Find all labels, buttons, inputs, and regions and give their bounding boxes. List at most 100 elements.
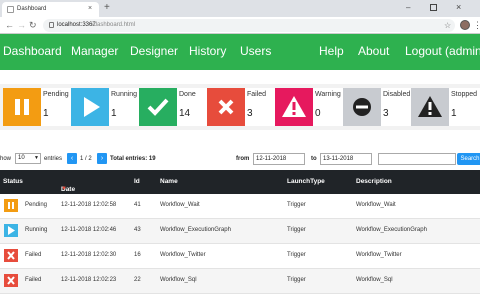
browser-menu-icon[interactable]: ⋮ <box>473 19 480 31</box>
stat-value: 3 <box>383 108 389 119</box>
tab-close-icon[interactable]: × <box>88 5 92 12</box>
table-row[interactable]: Pending 12-11-2018 12:02:58 41 Workflow_… <box>0 194 480 219</box>
tab-title: Dashboard <box>17 6 47 12</box>
url-path: /dashboard.html <box>92 22 136 28</box>
pause-icon <box>3 88 41 126</box>
nav-logout[interactable]: Logout (admin) <box>405 44 480 58</box>
entries-label: entries <box>44 156 63 162</box>
cell-description: Workflow_ExecutionGraph <box>356 227 427 233</box>
col-description[interactable]: Description <box>356 178 392 185</box>
cell-id: 22 <box>134 277 141 283</box>
url-host: localhost:3367 <box>57 22 96 28</box>
search-button[interactable]: Search <box>457 153 480 165</box>
from-date-input[interactable]: 12-11-2018 <box>253 153 305 165</box>
cell-launchtype: Trigger <box>287 252 306 258</box>
col-launchtype[interactable]: LaunchType <box>287 178 325 185</box>
search-input[interactable] <box>378 153 456 165</box>
cell-status: Failed <box>25 277 42 283</box>
cell-date: 12-11-2018 12:02:46 <box>61 227 117 233</box>
minimize-button[interactable]: – <box>406 3 410 12</box>
cell-name: Workflow_ExecutionGraph <box>160 227 231 233</box>
cell-id: 41 <box>134 202 141 208</box>
stat-value: 1 <box>451 108 457 119</box>
stat-value: 1 <box>43 108 49 119</box>
back-arrow-icon[interactable]: ← <box>5 19 14 31</box>
info-icon[interactable] <box>49 22 54 28</box>
from-label: from <box>236 156 250 162</box>
stat-label: Stopped <box>451 91 478 98</box>
app-navbar: Dashboard Manager Designer History Users… <box>0 34 480 70</box>
stat-value: 3 <box>247 108 253 119</box>
reload-icon[interactable]: ↻ <box>29 19 37 31</box>
cell-date: 12-11-2018 12:02:23 <box>61 277 117 283</box>
cell-date: 12-11-2018 12:02:30 <box>61 252 117 258</box>
table-row[interactable]: Running 12-11-2018 12:02:46 43 Workflow_… <box>0 219 480 244</box>
to-date-input[interactable]: 13-11-2018 <box>320 153 372 165</box>
stat-label: Done <box>179 91 196 98</box>
table-row[interactable]: Failed 12-11-2018 12:02:30 16 Workflow_T… <box>0 244 480 269</box>
maximize-button[interactable] <box>430 4 437 11</box>
nav-designer[interactable]: Designer <box>130 44 178 58</box>
cell-name: Workflow_Sql <box>160 277 197 283</box>
cell-status: Failed <box>25 252 42 258</box>
next-page-button[interactable]: › <box>97 153 107 164</box>
stat-label: Pending <box>43 91 69 98</box>
forward-arrow-icon[interactable]: → <box>17 19 26 31</box>
cell-name: Workflow_Twitter <box>160 252 206 258</box>
nav-manager[interactable]: Manager <box>71 44 118 58</box>
url-bar[interactable]: localhost:3367 /dashboard.html ☆ <box>43 19 455 32</box>
cell-description: Workflow_Sql <box>356 277 393 283</box>
table-controls: how 10 ▼ entries ‹ 1 / 2 › Total entries… <box>0 152 480 168</box>
browser-toolbar: ← → ↻ localhost:3367 /dashboard.html ☆ ⋮ <box>0 17 480 34</box>
sort-desc-icon: ▼ <box>61 186 67 192</box>
nav-dashboard[interactable]: Dashboard <box>3 44 62 58</box>
bookmark-star-icon[interactable]: ☆ <box>444 19 451 32</box>
stat-value: 0 <box>315 108 321 119</box>
x-icon <box>207 88 245 126</box>
col-name[interactable]: Name <box>160 178 178 185</box>
table-header: Status Date ▼ Id Name LaunchType Descrip… <box>0 170 480 194</box>
table-row[interactable]: Failed 12-11-2018 12:02:23 22 Workflow_S… <box>0 269 480 294</box>
nav-users[interactable]: Users <box>240 44 271 58</box>
pause-icon <box>4 199 18 212</box>
show-label: how <box>0 156 12 162</box>
close-window-button[interactable]: × <box>456 2 461 12</box>
x-icon <box>4 274 18 287</box>
stat-label: Running <box>111 91 138 98</box>
browser-tabstrip: Dashboard × + – × <box>0 0 480 17</box>
cell-description: Workflow_Twitter <box>356 252 402 258</box>
to-label: to <box>311 156 317 162</box>
stat-label: Disabled <box>383 91 411 98</box>
prev-page-button[interactable]: ‹ <box>67 153 77 164</box>
check-icon <box>139 88 177 126</box>
stat-label: Failed <box>247 91 267 98</box>
col-id[interactable]: Id <box>134 178 140 185</box>
cell-id: 43 <box>134 227 141 233</box>
stat-value: 1 <box>111 108 117 119</box>
cell-name: Workflow_Wait <box>160 202 200 208</box>
cell-launchtype: Trigger <box>287 227 306 233</box>
status-summary: Pending 1 Running 1 Done 14 Failed 3 War… <box>0 84 480 130</box>
new-tab-button[interactable]: + <box>104 3 110 13</box>
nav-help[interactable]: Help <box>319 44 344 58</box>
page-indicator: 1 / 2 <box>80 156 92 162</box>
x-icon <box>4 249 18 262</box>
stat-label: Warning <box>315 91 341 98</box>
play-icon <box>71 88 109 126</box>
stop-warning-icon <box>411 88 449 126</box>
page-size-value: 10 <box>18 155 25 161</box>
stat-value: 14 <box>179 108 191 119</box>
cell-launchtype: Trigger <box>287 202 306 208</box>
warning-icon <box>275 88 313 126</box>
browser-tab[interactable]: Dashboard × <box>2 2 99 17</box>
page-size-select[interactable]: 10 ▼ <box>15 153 41 164</box>
cell-status: Pending <box>25 202 48 208</box>
play-icon <box>4 224 18 237</box>
profile-avatar-icon[interactable] <box>460 20 470 30</box>
cell-description: Workflow_Wait <box>356 202 396 208</box>
cell-status: Running <box>25 227 48 233</box>
col-status[interactable]: Status <box>3 178 23 185</box>
chevron-down-icon: ▼ <box>34 155 39 161</box>
nav-history[interactable]: History <box>189 44 226 58</box>
nav-about[interactable]: About <box>358 44 389 58</box>
